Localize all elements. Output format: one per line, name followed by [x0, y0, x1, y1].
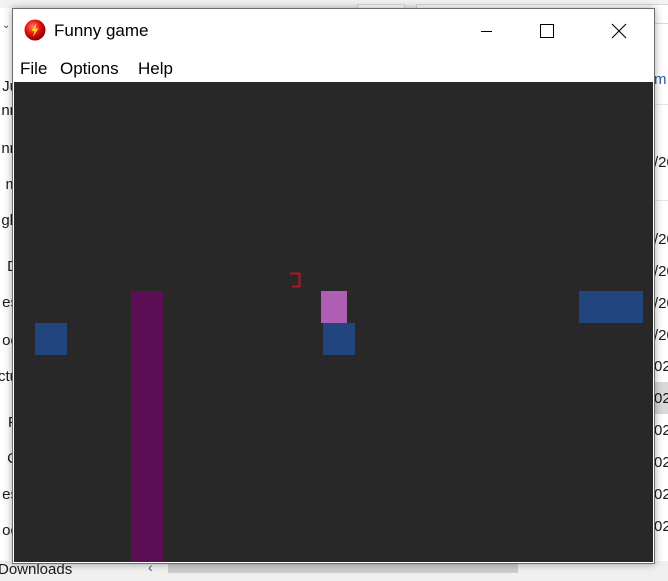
menu-help[interactable]: Help [138, 59, 173, 79]
background-file-date: 02 [654, 390, 668, 407]
blue-block [579, 291, 643, 323]
minimize-icon [481, 31, 492, 32]
background-horizontal-scrollbar [168, 563, 518, 573]
background-nav-item: nn [1, 102, 12, 119]
background-status-strip: Downloads ‹ [0, 559, 668, 581]
maximize-button[interactable] [524, 9, 570, 53]
menu-file[interactable]: File [20, 59, 47, 79]
background-file-list: m /20 /20 /20 /20 /20 02 02 02 02 02 02 [654, 60, 668, 560]
chevron-down-icon: ⌄ [2, 20, 11, 31]
minimize-button[interactable] [464, 9, 510, 53]
menu-options[interactable]: Options [60, 59, 119, 79]
red-marker [290, 272, 301, 288]
purple-pillar [131, 291, 163, 562]
close-icon [611, 23, 627, 39]
background-nav-item: oc [2, 522, 12, 539]
background-file-date: /20 [654, 327, 668, 344]
background-file-date: 02 [654, 358, 668, 375]
background-nav-item: Ju [2, 80, 12, 95]
background-file-date: 02 [654, 454, 668, 471]
background-nav-item: C [0, 450, 12, 467]
background-nav-pane: Ju nn nn m gh D es oc ctu P C es oc [0, 80, 12, 560]
menu-bar: File Options Help [13, 53, 654, 82]
game-canvas[interactable] [14, 82, 653, 562]
blue-block [323, 323, 355, 355]
background-file-date: /20 [654, 263, 668, 280]
background-file-date: 02 [654, 422, 668, 439]
background-nav-item: oc [2, 332, 12, 349]
close-button[interactable] [596, 9, 642, 53]
game-window: Funny game File Options Help [12, 8, 655, 564]
background-column-header: m [654, 71, 667, 88]
background-file-date: /20 [654, 295, 668, 312]
background-nav-item: P [0, 414, 12, 431]
window-title: Funny game [54, 21, 149, 40]
background-nav-item: es [2, 486, 12, 503]
blue-block [35, 323, 67, 355]
background-nav-item: D [0, 258, 12, 275]
background-file-date: /20 [654, 154, 668, 171]
maximize-icon [540, 24, 554, 38]
background-nav-item: es [2, 294, 12, 311]
red-ball-app-icon [24, 19, 46, 41]
pink-player [321, 291, 347, 323]
background-file-date: /20 [654, 231, 668, 248]
title-bar[interactable]: Funny game [13, 9, 654, 53]
background-nav-item: nn [1, 140, 12, 157]
background-nav-item: gh [1, 212, 12, 229]
background-file-date: 02 [654, 518, 668, 535]
background-nav-item: m [5, 176, 13, 193]
background-file-date: 02 [654, 486, 668, 503]
background-nav-item: ctu [0, 368, 12, 385]
